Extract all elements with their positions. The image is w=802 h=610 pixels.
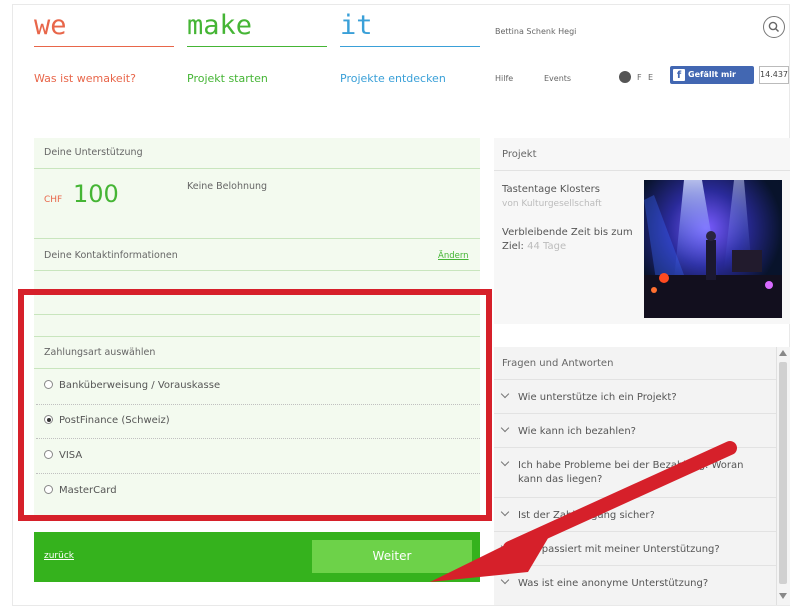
help-link[interactable]: Hilfe	[495, 74, 513, 83]
logo-underline-make	[187, 46, 327, 47]
chevron-down-icon	[500, 389, 510, 399]
project-author[interactable]: von Kulturgesellschaft	[502, 199, 602, 209]
back-link[interactable]: zurück	[44, 551, 74, 561]
search-icon	[768, 21, 780, 33]
support-section-title: Deine Unterstützung	[44, 147, 143, 158]
divider	[34, 238, 480, 239]
events-link[interactable]: Events	[544, 74, 571, 83]
contact-section-title: Deine Kontaktinformationen	[44, 250, 178, 261]
globe-icon[interactable]	[619, 71, 631, 83]
nav-start-project[interactable]: Projekt starten	[187, 72, 268, 85]
scroll-up-arrow-icon[interactable]	[778, 349, 788, 357]
divider	[34, 270, 480, 271]
remaining-time: Verbleibende Zeit bis zum Ziel: 44 Tage	[502, 226, 642, 254]
logo-underline-it	[340, 46, 480, 47]
facebook-icon: f	[673, 69, 685, 81]
user-name-link[interactable]: Bettina Schenk Hegi	[495, 27, 576, 36]
remaining-days: 44 Tage	[527, 241, 567, 252]
divider	[34, 168, 480, 169]
project-title[interactable]: Tastentage Klosters	[502, 183, 600, 197]
logo-make[interactable]: make	[187, 10, 252, 41]
currency-label: CHF	[44, 195, 63, 205]
logo-it[interactable]: it	[340, 10, 373, 41]
reward-label: Keine Belohnung	[187, 181, 268, 192]
project-heading: Projekt	[502, 149, 537, 160]
divider	[494, 170, 790, 171]
faq-scrollbar-thumb[interactable]	[779, 362, 787, 584]
concert-stage-image	[644, 180, 782, 318]
remaining-label: Verbleibende Zeit bis zum Ziel:	[502, 227, 633, 252]
scroll-down-arrow-icon[interactable]	[778, 592, 788, 600]
lang-f[interactable]: F	[637, 73, 642, 82]
logo-we[interactable]: we	[34, 10, 67, 41]
logo-underline-we	[34, 46, 174, 47]
annotation-arrow-icon	[430, 441, 737, 582]
faq-item[interactable]: Wie unterstütze ich ein Projekt?	[500, 389, 768, 405]
support-amount: 100	[73, 180, 119, 208]
divider	[494, 413, 776, 414]
nav-discover-projects[interactable]: Projekte entdecken	[340, 72, 446, 85]
faq-question: Wie unterstütze ich ein Projekt?	[518, 392, 677, 403]
nav-what-is-wemakeit[interactable]: Was ist wemakeit?	[34, 72, 136, 85]
facebook-like-count: 14.437	[759, 66, 789, 84]
lang-e[interactable]: E	[648, 73, 653, 82]
search-button[interactable]	[763, 16, 785, 38]
facebook-like-label: Gefällt mir	[688, 70, 736, 79]
divider	[494, 379, 776, 380]
project-image[interactable]	[644, 180, 782, 318]
faq-title: Fragen und Antworten	[502, 358, 614, 369]
edit-contact-link[interactable]: Ändern	[438, 251, 469, 261]
facebook-like-button[interactable]: f Gefällt mir	[670, 66, 754, 84]
